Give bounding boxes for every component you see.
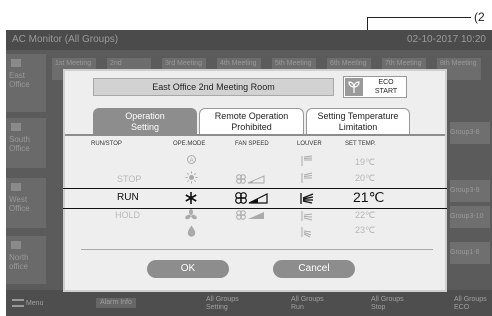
operation-setting-dialog: East Office 2nd Meeting Room ECO START O… [63,69,447,292]
auto-mode-icon[interactable]: A [186,154,197,165]
header-run-stop: RUN/STOP [91,141,122,147]
group-label: South Office [9,135,30,153]
date-time: 02-10-2017 10:20 [407,34,486,45]
runstop-option-stop[interactable]: STOP [117,174,141,184]
window-title: AC Monitor (All Groups) [12,34,119,45]
eco-start-label: START [374,88,398,95]
group-label: West Office [9,195,30,213]
alarm-info-button[interactable]: Alarm Info [96,298,136,308]
group-icon [11,123,21,131]
dry-mode-icon[interactable] [187,225,196,237]
group-west[interactable]: West Office [6,178,46,228]
header-ope-mode: OPE.MODE [173,141,206,147]
louver-position-3-icon[interactable] [300,192,316,205]
fan-speed-mid-icon[interactable] [235,192,269,204]
group-icon [11,183,21,191]
tab-underline [65,134,445,136]
runstop-option-run[interactable]: RUN [117,192,139,203]
cancel-button[interactable]: Cancel [273,260,355,278]
louver-position-5-icon[interactable] [301,226,315,238]
temp-selected[interactable]: 21℃ [353,189,384,206]
title-bar: AC Monitor (All Groups) 02-10-2017 10:20 [6,30,492,50]
tab-label: Operation Setting [125,111,165,132]
temp-option[interactable]: 23℃ [355,225,375,236]
ok-button[interactable]: OK [147,260,229,278]
tab-label: Remote Operation Prohibited [214,111,289,132]
header-set-temp: SET TEMP. [345,141,376,147]
louver-position-4-icon[interactable] [301,210,315,222]
menu-button[interactable]: Menu [12,299,43,308]
group-icon [11,59,21,67]
callout-label: (2 [474,10,485,24]
fan-speed-low-icon[interactable] [236,174,266,184]
group-label: North office [9,253,29,271]
header-fan-speed: FAN SPEED [235,141,269,147]
group-icon [11,241,21,249]
group-south[interactable]: South Office [6,118,46,168]
fan-mode-icon[interactable] [185,209,197,221]
runstop-option-hold[interactable]: HOLD [115,210,140,220]
tab-label: Setting Temperature Limitation [317,111,399,132]
menu-icon [12,299,24,307]
eco-label: ECO [378,79,394,86]
svg-text:A: A [189,158,193,164]
callout-line [367,17,471,18]
temp-option[interactable]: 22℃ [355,210,375,221]
tab-remote-operation-prohibited[interactable]: Remote Operation Prohibited [199,108,304,135]
temp-option[interactable]: 20℃ [355,173,375,184]
group-label: East Office [9,71,30,89]
eco-leaf-icon [345,78,363,96]
menu-label: Menu [25,299,44,307]
eco-start-button[interactable]: ECO START [343,76,407,98]
all-groups-stop-button[interactable]: All Groups Stop [371,296,404,312]
group-cell[interactable]: Group3-8 [450,122,490,144]
divider [81,249,433,250]
group-north[interactable]: North office [6,236,46,284]
group-cell[interactable]: Group3-9 [450,180,490,202]
header-louver: LOUVER [297,141,322,147]
bottom-bar: Menu Alarm Info All Groups Setting All G… [6,290,492,316]
group-cell[interactable]: Group3-10 [450,206,490,228]
cool-mode-icon[interactable] [184,191,198,205]
all-groups-run-button[interactable]: All Groups Run [291,296,324,312]
group-cell[interactable]: Group1-8 [450,242,490,264]
room-name: East Office 2nd Meeting Room [93,78,334,96]
fan-speed-high-icon[interactable] [236,210,266,220]
heat-mode-icon[interactable] [185,171,198,184]
louver-position-2-icon[interactable] [301,172,315,184]
louver-position-1-icon[interactable] [301,155,315,167]
all-groups-eco-button[interactable]: All Groups ECO [454,296,487,312]
temp-option[interactable]: 19℃ [355,157,375,168]
tab-operation-setting[interactable]: Operation Setting [93,108,197,135]
tab-setting-temperature-limitation[interactable]: Setting Temperature Limitation [306,108,410,135]
all-groups-setting-button[interactable]: All Groups Setting [206,296,239,312]
group-east[interactable]: East Office [6,54,46,112]
